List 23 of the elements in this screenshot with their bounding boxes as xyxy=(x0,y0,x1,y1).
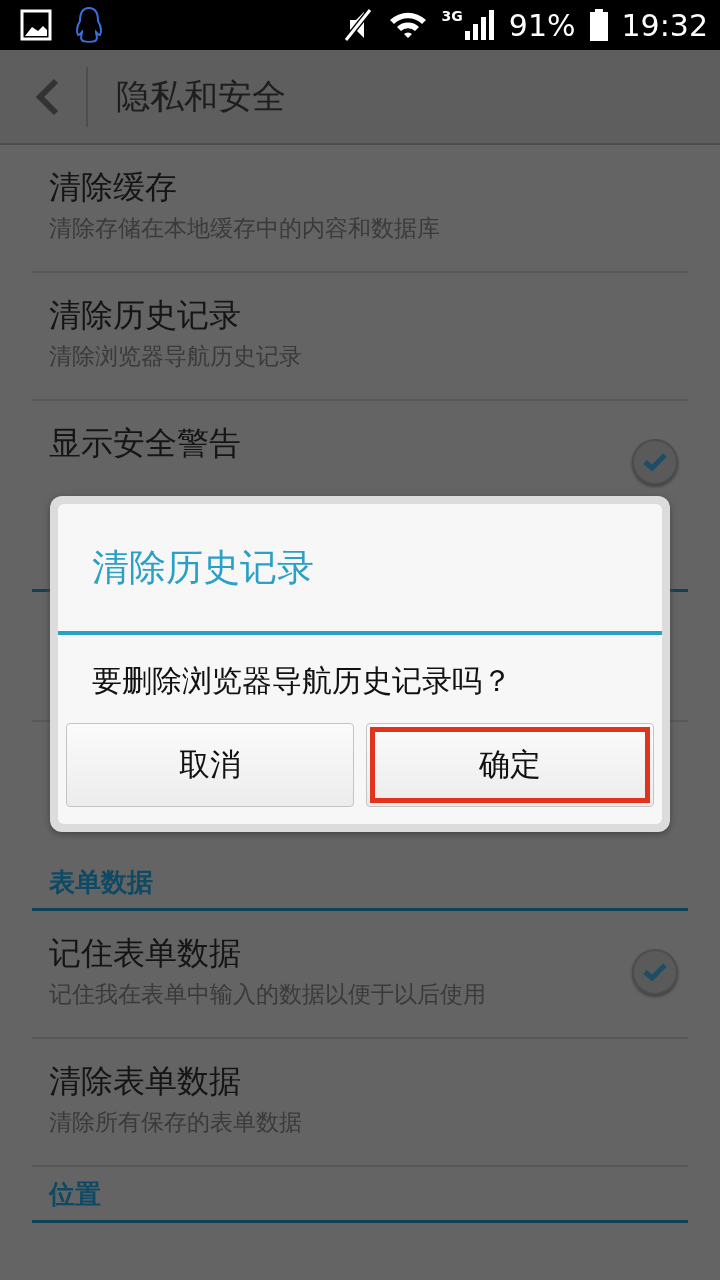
item-title: 显示安全警告 xyxy=(49,423,242,463)
item-title: 清除表单数据 xyxy=(49,1061,242,1101)
cancel-button[interactable]: 取消 xyxy=(66,723,354,807)
confirm-button[interactable]: 确定 xyxy=(366,723,654,807)
checkmark-icon xyxy=(642,962,668,982)
item-title: 清除缓存 xyxy=(49,167,178,207)
checkbox[interactable] xyxy=(632,949,678,995)
section-header: 位置 xyxy=(32,1167,688,1223)
battery-percent: 91% xyxy=(508,7,576,43)
page-title: 隐私和安全 xyxy=(115,74,286,118)
gallery-icon xyxy=(20,9,52,41)
network-type: 3G xyxy=(441,8,463,24)
dialog-title: 清除历史记录 xyxy=(58,504,662,635)
signal-icon xyxy=(464,10,495,40)
clock: 19:32 xyxy=(621,7,708,43)
checkmark-icon xyxy=(642,452,668,472)
item-title: 清除历史记录 xyxy=(49,295,242,335)
item-title: 记住表单数据 xyxy=(49,933,242,973)
checkbox[interactable] xyxy=(632,439,678,485)
battery-icon xyxy=(589,9,608,41)
dialog-message: 要删除浏览器导航历史记录吗？ xyxy=(91,662,513,700)
section-header: 表单数据 xyxy=(32,855,688,911)
penguin-icon xyxy=(74,6,104,44)
